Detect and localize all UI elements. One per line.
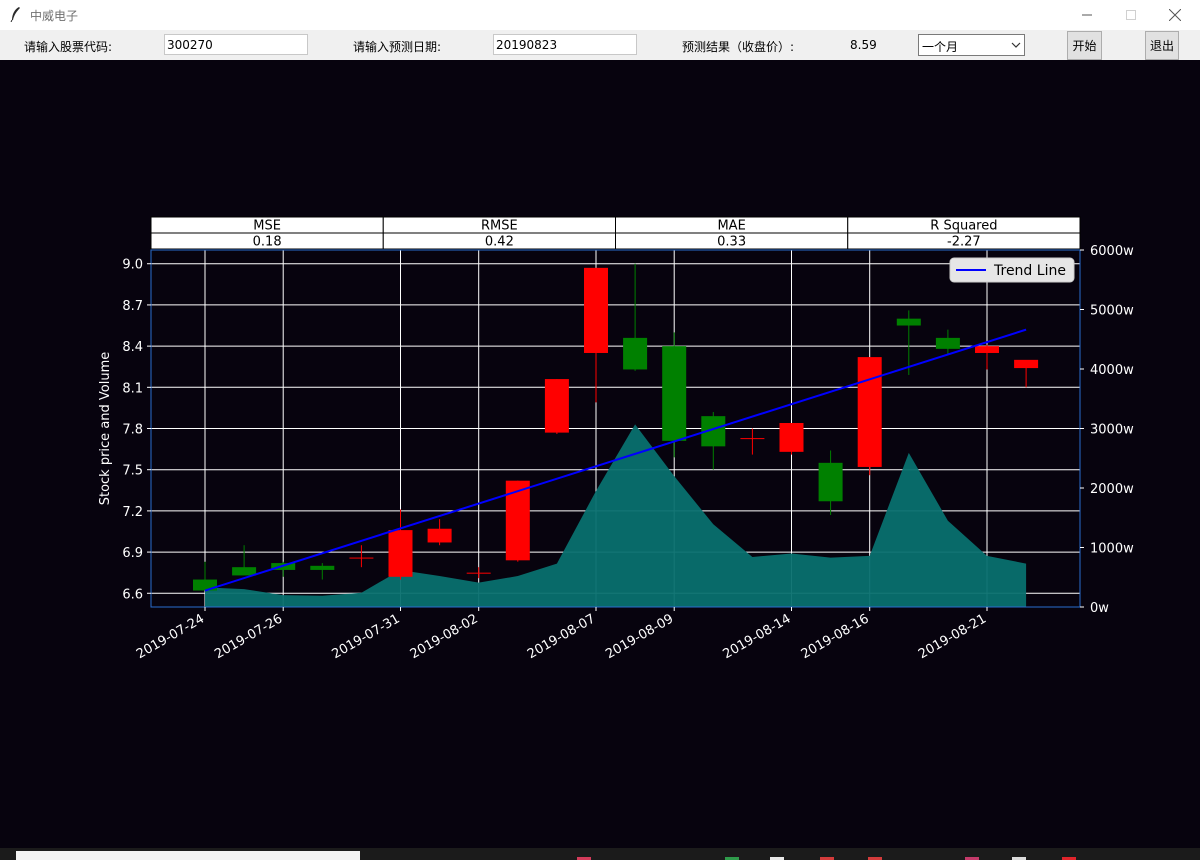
candle-body [388,530,413,577]
y2-tick-label: 4000w [1090,363,1134,378]
taskbar [0,848,1200,860]
y2-tick-label: 2000w [1090,482,1134,497]
x-tick-label: 2019-07-31 [330,611,403,662]
exit-button[interactable]: 退出 [1145,31,1179,60]
minimize-button[interactable] [1064,0,1110,30]
y2-tick-label: 6000w [1090,244,1134,259]
candle-body [232,567,257,576]
y-tick-label: 8.7 [122,299,143,314]
candle-body [896,318,921,326]
toolbar: 请输入股票代码: 请输入预测日期: 预测结果（收盘价）: 8.59 一个月 开始… [0,30,1200,60]
candle-body [466,572,491,574]
x-tick-label: 2019-08-09 [603,611,676,662]
maximize-button[interactable] [1108,0,1154,30]
stock-code-label: 请输入股票代码: [24,40,113,54]
candle-body [975,346,999,353]
result-value: 8.59 [850,38,877,52]
minimize-icon [1082,14,1092,16]
chevron-down-icon [1011,42,1021,48]
candle-body [544,379,569,433]
metrics-value-mse: 0.18 [253,235,282,250]
candle-body [818,462,843,502]
metrics-header-r-squared: R Squared [930,219,997,234]
close-icon [1169,9,1181,21]
candle-body [857,357,882,467]
y2-tick-label: 5000w [1090,304,1134,319]
y-tick-label: 6.9 [122,546,143,561]
candle-body [1014,359,1039,369]
metrics-value-mae: 0.33 [717,235,746,250]
metrics-header-mae: MAE [717,219,745,234]
x-tick-label: 2019-08-02 [408,611,481,662]
candle-body [662,346,687,441]
close-button[interactable] [1152,0,1198,30]
x-tick-label: 2019-08-21 [916,611,989,662]
y-tick-label: 9.0 [122,258,143,273]
y-axis-label: Stock price and Volume [98,352,113,506]
predict-date-input[interactable] [493,34,637,55]
window-title: 中威电子 [30,9,79,23]
metrics-value-rmse: 0.42 [485,235,514,250]
x-tick-label: 2019-08-14 [721,611,794,662]
y-tick-label: 7.5 [122,464,143,479]
taskbar-search-box[interactable] [16,851,360,860]
candle-body [740,438,765,440]
metrics-header-mse: MSE [253,219,281,234]
legend-label-trend-line: Trend Line [993,263,1066,279]
y-tick-label: 7.2 [122,505,143,520]
x-tick-label: 2019-07-24 [134,611,207,662]
y-tick-label: 6.6 [122,587,143,602]
y2-tick-label: 0w [1090,601,1109,616]
maximize-icon [1126,10,1136,20]
stock-chart: MSE0.18 RMSE0.42 MAE0.33 R Squared-2.27 6.6 6… [98,216,1134,662]
feather-icon [10,7,20,22]
period-select-value: 一个月 [922,40,959,54]
stock-code-input[interactable] [164,34,308,55]
period-select[interactable]: 一个月 [918,34,1025,56]
candle-body [310,565,335,570]
x-tick-label: 2019-08-16 [799,611,872,662]
candle-body [584,267,608,353]
y-tick-label: 8.1 [122,381,143,396]
metrics-header-rmse: RMSE [481,219,518,234]
y2-tick-label: 3000w [1090,423,1134,438]
result-label: 预测结果（收盘价）: [682,40,795,54]
metrics-value-r-squared: -2.27 [947,235,981,250]
candle-body [935,337,960,349]
x-tick-label: 2019-07-26 [212,611,285,662]
y-tick-label: 8.4 [122,340,143,355]
x-tick-label: 2019-08-07 [525,611,598,662]
candle-body [505,480,530,561]
candle-body [779,423,804,452]
candle-body [623,337,648,370]
candle-body [427,528,452,543]
y2-tick-label: 1000w [1090,542,1134,557]
volume-area [205,424,1027,607]
y-tick-label: 7.8 [122,423,143,438]
title-bar: 中威电子 [0,0,1200,30]
candle-body [349,557,374,559]
start-button[interactable]: 开始 [1067,31,1102,60]
predict-date-label: 请输入预测日期: [353,40,442,54]
